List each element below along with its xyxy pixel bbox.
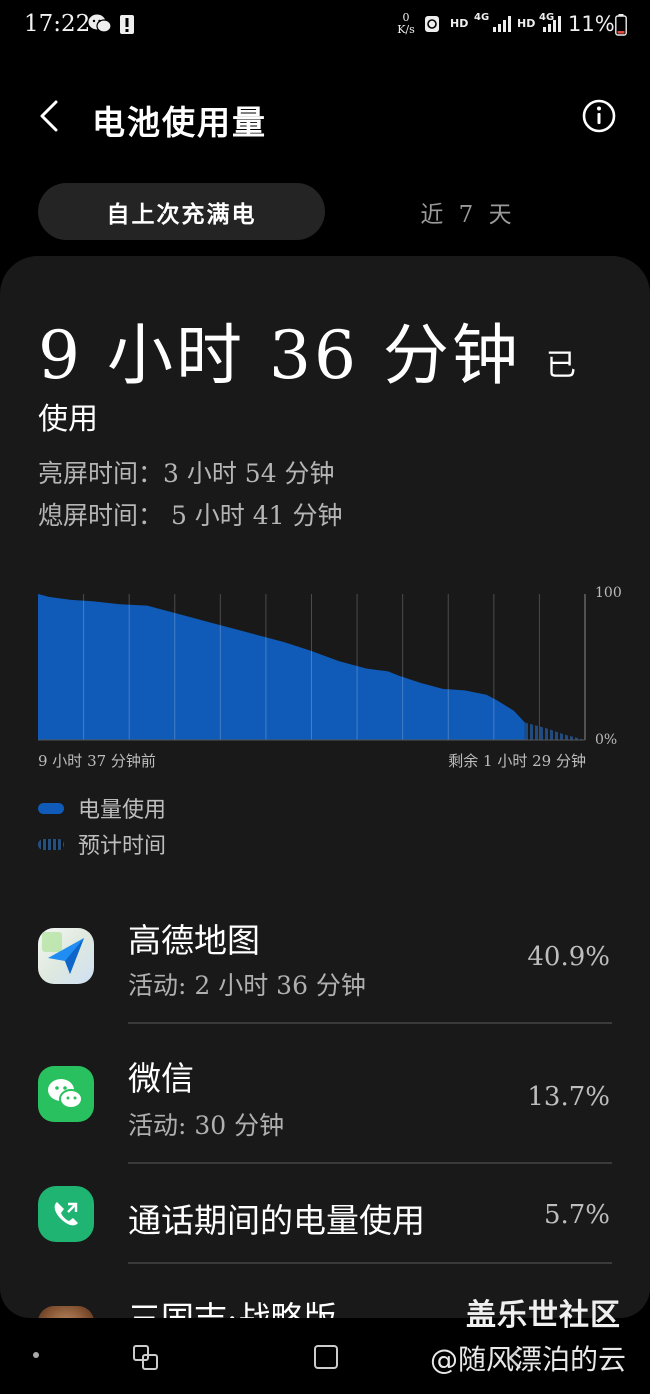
nav-dot-icon[interactable] bbox=[33, 1352, 39, 1358]
legend-usage: 电量使用 bbox=[38, 793, 166, 823]
page-title: 电池使用量 bbox=[92, 103, 267, 142]
total-usage-time: 9 小时 36 分钟 bbox=[38, 317, 521, 394]
home-button[interactable] bbox=[313, 1344, 339, 1374]
status-bar: 17:22 0 K/s HD 4G HD 4G 11% bbox=[0, 0, 650, 52]
wechat-notification-icon bbox=[88, 13, 112, 39]
app-sub-wechat: 活动: 30 分钟 bbox=[128, 1111, 285, 1140]
game-icon bbox=[38, 1306, 94, 1318]
status-time: 17:22 bbox=[24, 11, 91, 37]
tab-since-full-charge[interactable]: 自上次充满电 bbox=[38, 183, 325, 240]
alert-icon bbox=[120, 13, 134, 39]
watermark-author: @随风漂泊的云 bbox=[430, 1343, 627, 1376]
back-button[interactable] bbox=[28, 94, 72, 138]
battery-usage-card: 9 小时 36 分钟 已 使用 亮屏时间：3 小时 54 分钟 熄屏时间： 5 … bbox=[0, 256, 650, 1318]
signal-icon-1 bbox=[493, 16, 513, 36]
divider bbox=[128, 1162, 612, 1164]
app-pct-amap: 40.9% bbox=[527, 942, 610, 972]
back-arrow-icon bbox=[40, 100, 58, 132]
amap-icon bbox=[38, 928, 94, 984]
chart-area-projected bbox=[524, 722, 585, 740]
net-speed-unit: K/s bbox=[397, 23, 415, 36]
home-icon bbox=[314, 1345, 338, 1369]
legend-predicted-swatch bbox=[38, 838, 64, 850]
info-button[interactable] bbox=[580, 97, 618, 135]
screen-off-time: 熄屏时间： 5 小时 41 分钟 bbox=[38, 501, 343, 530]
app-pct-wechat: 13.7% bbox=[527, 1082, 610, 1112]
app-sub-amap: 活动: 2 小时 36 分钟 bbox=[128, 971, 366, 1000]
app-pct-call: 5.7% bbox=[543, 1200, 610, 1230]
usage-suffix-part2: 使用 bbox=[38, 402, 98, 437]
y-axis-top-label: 100 bbox=[595, 585, 622, 601]
divider bbox=[128, 1022, 612, 1024]
net-speed: 0 K/s bbox=[397, 12, 415, 36]
app-row-call[interactable]: 通话期间的电量使用 5.7% bbox=[0, 1176, 650, 1260]
info-icon bbox=[582, 99, 616, 133]
screen-on-time: 亮屏时间：3 小时 54 分钟 bbox=[38, 459, 335, 488]
app-name-amap: 高德地图 bbox=[128, 921, 260, 960]
app-name-wechat: 微信 bbox=[128, 1059, 194, 1098]
x-axis-start-label: 9 小时 37 分钟前 bbox=[38, 752, 156, 770]
app-row-wechat[interactable]: 微信 活动: 30 分钟 13.7% bbox=[0, 1044, 650, 1158]
hd-label-1: HD bbox=[450, 17, 469, 30]
battery-percent: 11% bbox=[568, 12, 615, 36]
legend-usage-label: 电量使用 bbox=[78, 798, 167, 823]
legend-predicted: 预计时间 bbox=[38, 829, 166, 859]
chart-area-usage bbox=[38, 594, 525, 740]
network-label-1: 4G bbox=[474, 12, 490, 23]
recycle-icon bbox=[424, 15, 440, 37]
y-axis-bottom-label: 0% bbox=[595, 732, 618, 748]
app-name-game: 三国志·战略版 bbox=[128, 1292, 337, 1318]
tab-last-7-days[interactable]: 近 7 天 bbox=[380, 183, 556, 240]
watermark-community: 盖乐世社区 bbox=[466, 1298, 621, 1333]
battery-icon bbox=[615, 14, 627, 40]
hd-label-2: HD bbox=[517, 17, 536, 30]
app-name-call: 通话期间的电量使用 bbox=[128, 1201, 425, 1240]
usage-suffix-part1: 已 bbox=[546, 348, 576, 383]
recent-apps-button[interactable] bbox=[132, 1344, 160, 1376]
legend-predicted-label: 预计时间 bbox=[78, 834, 167, 859]
signal-icon-2 bbox=[543, 16, 563, 36]
wechat-icon bbox=[38, 1066, 94, 1122]
legend-usage-swatch bbox=[38, 802, 64, 814]
app-row-amap[interactable]: 高德地图 活动: 2 小时 36 分钟 40.9% bbox=[0, 906, 650, 1018]
call-icon bbox=[38, 1186, 94, 1242]
x-axis-end-label: 剩余 1 小时 29 分钟 bbox=[448, 752, 586, 770]
recent-apps-icon bbox=[133, 1345, 158, 1370]
battery-chart bbox=[38, 594, 586, 741]
divider bbox=[128, 1262, 612, 1264]
